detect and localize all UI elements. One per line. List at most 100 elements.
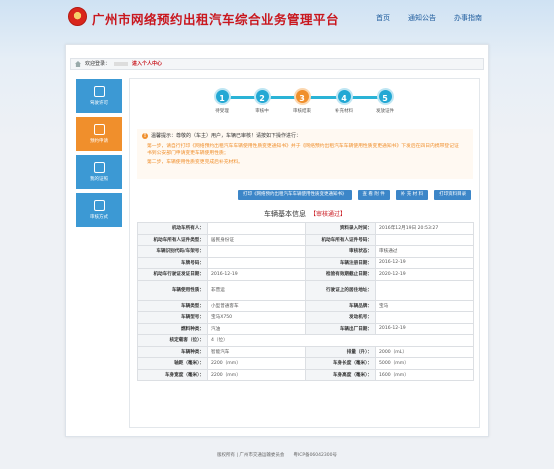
field-label: 车辆种类： <box>137 345 208 358</box>
notice-step2: 第二步，车辆使用性质变更完成后补充材料。 <box>147 160 243 165</box>
field-value: 1600（mm） <box>375 368 474 381</box>
step-5: 5 发放证件 <box>365 88 405 114</box>
field-value: 2016-12-19 <box>375 256 474 269</box>
field-label: 车身高度（毫米）： <box>305 368 376 381</box>
step-label: 审核结束 <box>293 109 311 114</box>
table-row: 车辆类型： 小型普通客车 车辆品牌： 宝马 <box>137 299 474 312</box>
field-value: 2200（mm） <box>207 357 306 370</box>
sidebar: 驾驶许可 预约申请 我的证照 审核方式 <box>76 79 122 231</box>
warning-icon: ! <box>142 132 148 139</box>
step-2: 2 审核中 <box>242 88 282 114</box>
field-value <box>207 222 306 235</box>
top-header: 广州市网络预约出租汽车综合业务管理平台 首页 通知公告 办事指南 <box>0 0 554 38</box>
print-catalog-button[interactable]: 打印资料目录 <box>434 190 472 200</box>
field-value: 2200（mm） <box>207 368 306 381</box>
step-label: 补充材料 <box>335 109 353 114</box>
print-notice-button[interactable]: 打印《网络预约出租汽车车辆使用性质变更通知书》 <box>238 190 352 200</box>
table-row: 车身宽度（毫米）： 2200（mm） 车身高度（毫米）： 1600（mm） <box>137 368 474 381</box>
field-value: 非营运 <box>207 279 306 301</box>
supplement-materials-button[interactable]: 补 充 材 料 <box>395 190 429 200</box>
view-attachment-button[interactable]: 查 看 附 件 <box>357 190 390 200</box>
field-label: 检验有效期截止日期： <box>305 268 376 281</box>
table-row: 核定载客（位）： 4（位） <box>137 334 474 347</box>
field-value <box>207 245 306 258</box>
notice-box: ! 温馨提示：尊敬的（车主）用户，车辆已审核！请按如下操作进行： 第一步，请自行… <box>137 129 473 179</box>
field-value: 2016-12-19 <box>375 322 474 335</box>
field-label: 车辆型号： <box>137 311 208 324</box>
field-label: 燃料种类： <box>137 322 208 335</box>
field-label: 机动车所有人证件类型： <box>137 233 208 246</box>
field-value: 居民身份证 <box>207 233 306 246</box>
nav-guide[interactable]: 办事指南 <box>454 13 482 23</box>
field-value: 2016-12-19 <box>207 268 306 281</box>
nav-home[interactable]: 首页 <box>376 13 390 23</box>
status-badge: 【审核通过】 <box>309 211 346 218</box>
footer: 版权所有 | 广州市交通运输委员会 粤ICP备06042300号 <box>217 453 337 458</box>
sidebar-item-label: 预约申请 <box>90 139 108 144</box>
field-label: 机动车所有人证件号码： <box>305 233 376 246</box>
step-4: 4 补充材料 <box>324 88 364 114</box>
field-label: 车牌号码： <box>137 256 208 269</box>
field-label: 机动车行驶证发证日期： <box>137 268 208 281</box>
table-row: 车辆型号： 宝马X750 发动机号： <box>137 311 474 324</box>
table-row: 机动车所有人： 资料录入时间： 2016年12月19日 20:53:27 <box>137 222 474 235</box>
table-row: 车辆使用性质： 非营运 行驶证上的居住地址： <box>137 279 474 301</box>
table-row: 机动车行驶证发证日期： 2016-12-19 检验有效期截止日期： 2020-12-1… <box>137 268 474 281</box>
step-number: 4 <box>335 88 353 105</box>
field-label: 资料录入时间： <box>305 222 376 235</box>
step-number: 3 <box>293 88 311 105</box>
top-nav: 首页 通知公告 办事指南 <box>376 13 482 23</box>
username-redacted <box>114 62 129 66</box>
step-number: 2 <box>253 88 271 105</box>
field-value: 宝马 <box>375 299 474 312</box>
step-number: 5 <box>376 88 394 105</box>
vehicle-info-title-bar: 车辆基本信息 【审核通过】 <box>137 207 473 221</box>
field-value: 宝马X750 <box>207 311 306 324</box>
sidebar-item-booking-apply[interactable]: 预约申请 <box>76 117 122 151</box>
nav-announcements[interactable]: 通知公告 <box>408 13 436 23</box>
field-value: 4（位） <box>207 334 474 347</box>
field-value: 5000（mm） <box>375 357 474 370</box>
field-value: 2016年12月19日 20:53:27 <box>375 222 474 235</box>
sidebar-item-review-method[interactable]: 审核方式 <box>76 193 122 227</box>
field-label: 机动车所有人： <box>137 222 208 235</box>
table-row: 燃料种类： 汽油 车辆出厂日期： 2016-12-19 <box>137 322 474 335</box>
field-label: 核定载客（位）： <box>137 334 208 347</box>
progress-steps: 1 待受理 2 审核中 3 审核结束 4 补充材料 5 发放证件 <box>150 88 450 122</box>
step-3: 3 审核结束 <box>282 88 322 114</box>
sidebar-item-driving-permit[interactable]: 驾驶许可 <box>76 79 122 113</box>
step-label: 审核中 <box>255 109 269 114</box>
field-label: 车身长度（毫米）： <box>305 357 376 370</box>
vehicle-info-table: 机动车所有人： 资料录入时间： 2016年12月19日 20:53:27 机动车所有人… <box>137 222 474 381</box>
field-label: 车辆品牌： <box>305 299 376 312</box>
field-value <box>375 311 474 324</box>
field-value: 智能汽车 <box>207 345 306 358</box>
field-label: 车辆出厂日期： <box>305 322 376 335</box>
action-buttons: 打印《网络预约出租汽车车辆使用性质变更通知书》 查 看 附 件 补 充 材 料 … <box>238 190 472 200</box>
welcome-label: 欢迎登录： <box>85 61 111 67</box>
notice-title: 温馨提示：尊敬的（车主）用户，车辆已审核！请按如下操作进行： <box>151 133 302 139</box>
field-label: 行驶证上的居住地址： <box>305 279 376 301</box>
site-title: 广州市网络预约出租汽车综合业务管理平台 <box>92 12 340 27</box>
sidebar-item-my-certificates[interactable]: 我的证照 <box>76 155 122 189</box>
field-value: 汽油 <box>207 322 306 335</box>
personal-center-link[interactable]: 进入个人中心 <box>132 59 162 69</box>
step-label: 发放证件 <box>376 109 394 114</box>
table-row: 车辆识别代码/车架号： 审核状态： 审核通过 <box>137 245 474 258</box>
notice-step1: 第一步，请自行打印《网络预约出租汽车车辆使用性质变更通知书》并于《网络预约出租汽… <box>147 144 459 156</box>
certificate-icon <box>93 162 105 173</box>
home-icon <box>75 61 81 67</box>
step-1: 1 待受理 <box>202 88 242 114</box>
sidebar-item-label: 我的证照 <box>90 177 108 182</box>
field-value <box>207 256 306 269</box>
step-label: 待受理 <box>215 109 229 114</box>
license-icon <box>93 86 105 97</box>
field-label: 排量（升）： <box>305 345 376 358</box>
emblem-icon <box>68 7 87 26</box>
table-row: 机动车所有人证件类型： 居民身份证 机动车所有人证件号码： <box>137 233 474 246</box>
field-value: 2020-12-19 <box>375 268 474 281</box>
notice-header: ! 温馨提示：尊敬的（车主）用户，车辆已审核！请按如下操作进行： <box>137 129 473 142</box>
sidebar-item-label: 审核方式 <box>90 215 108 220</box>
field-label: 发动机号： <box>305 311 376 324</box>
step-number: 1 <box>213 88 231 105</box>
